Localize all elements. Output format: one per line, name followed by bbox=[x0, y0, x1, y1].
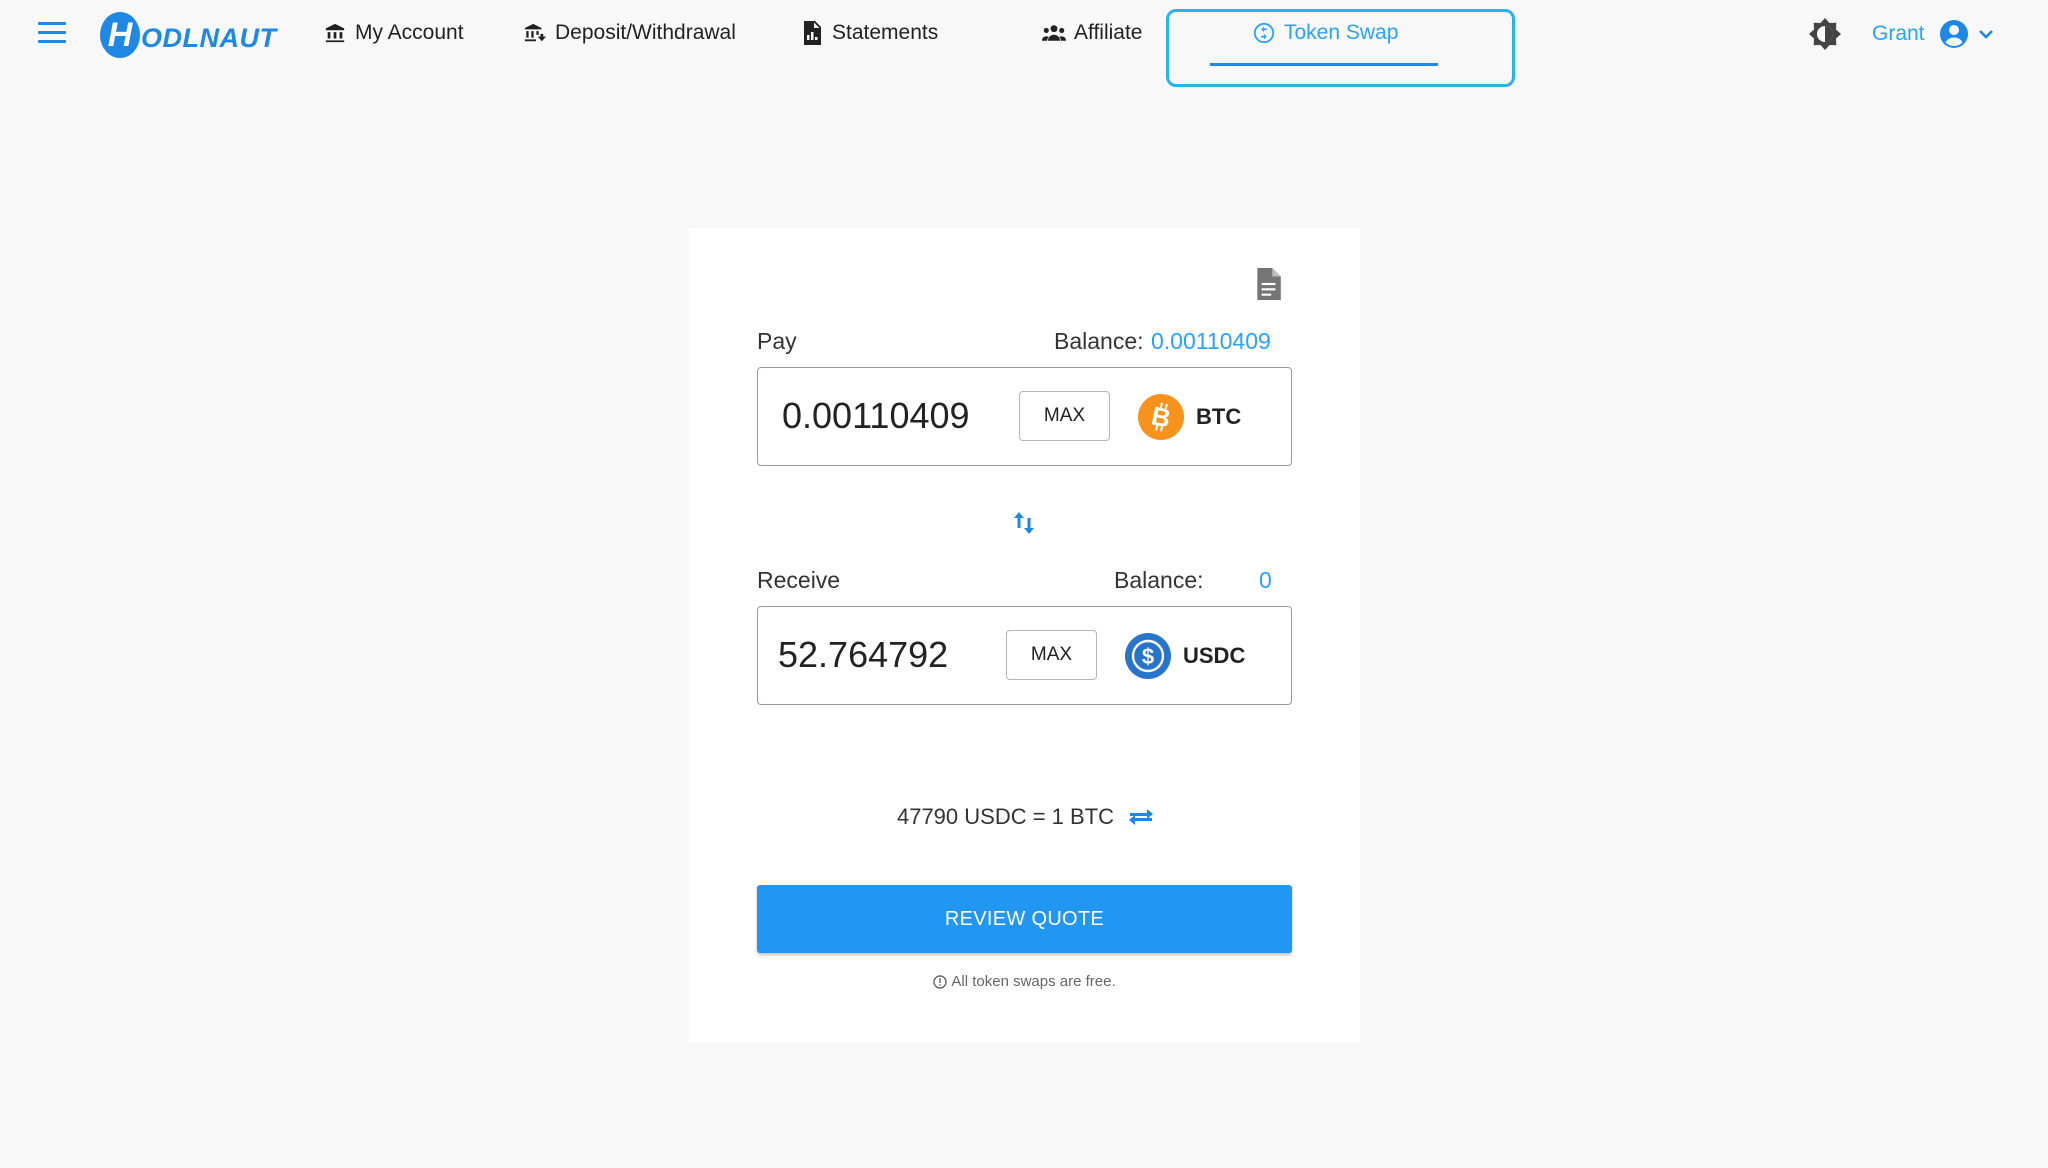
people-icon bbox=[1042, 21, 1066, 45]
swap-direction-icon[interactable] bbox=[1009, 508, 1039, 538]
nav-statements[interactable]: Statements bbox=[800, 18, 938, 48]
hodlnaut-logo[interactable]: H ODLNAUT bbox=[100, 10, 276, 60]
user-avatar-icon bbox=[1939, 19, 1969, 49]
nav-affiliate-label: Affiliate bbox=[1074, 21, 1143, 44]
token-swap-icon bbox=[1252, 21, 1276, 45]
nav-affiliate[interactable]: Affiliate bbox=[1042, 18, 1143, 48]
bitcoin-icon: B bbox=[1138, 394, 1184, 440]
pay-balance-label: Balance: bbox=[1054, 328, 1144, 354]
nav-my-account-label: My Account bbox=[355, 21, 464, 44]
svg-text:$: $ bbox=[1142, 644, 1154, 669]
usdc-icon: $ bbox=[1125, 633, 1171, 679]
logo-mark: H bbox=[100, 12, 140, 58]
exchange-rate-row: 47790 USDC = 1 BTC bbox=[689, 802, 1360, 832]
nav-my-account[interactable]: My Account bbox=[323, 18, 464, 48]
active-tab-underline bbox=[1210, 63, 1438, 66]
nav-token-swap-label: Token Swap bbox=[1284, 21, 1399, 44]
free-swap-note: All token swaps are free. bbox=[689, 973, 1360, 990]
user-menu[interactable]: Grant bbox=[1872, 17, 1995, 51]
brightness-toggle-icon[interactable] bbox=[1808, 17, 1842, 51]
pay-label: Pay bbox=[757, 328, 797, 354]
receive-amount-box: MAX $ USDC bbox=[757, 606, 1292, 705]
pay-amount-input[interactable] bbox=[782, 390, 992, 442]
exchange-rate-text: 47790 USDC = 1 BTC bbox=[896, 804, 1115, 829]
receive-amount-input[interactable] bbox=[778, 629, 988, 681]
pay-balance-value[interactable]: 0.00110409 bbox=[1151, 328, 1271, 355]
nav-token-swap[interactable]: Token Swap bbox=[1252, 18, 1398, 48]
receive-max-button[interactable]: MAX bbox=[1006, 630, 1097, 680]
statement-icon bbox=[800, 21, 824, 45]
receive-balance-label: Balance: bbox=[1114, 567, 1204, 593]
pay-token-selector[interactable]: B BTC bbox=[1138, 392, 1241, 442]
receive-balance-value[interactable]: 0 bbox=[1259, 567, 1272, 594]
pay-token-symbol: BTC bbox=[1196, 404, 1242, 429]
free-swap-note-text: All token swaps are free. bbox=[951, 973, 1116, 990]
user-name: Grant bbox=[1872, 22, 1925, 45]
receive-label: Receive bbox=[757, 567, 841, 593]
document-icon[interactable] bbox=[1255, 268, 1283, 300]
bank-icon bbox=[323, 21, 347, 45]
receive-token-symbol: USDC bbox=[1183, 643, 1246, 668]
pay-max-button[interactable]: MAX bbox=[1019, 391, 1110, 441]
top-navigation-bar: H ODLNAUT My Account Deposit/Withdrawal … bbox=[0, 0, 2048, 90]
nav-deposit-withdrawal-label: Deposit/Withdrawal bbox=[555, 21, 736, 44]
chevron-down-icon bbox=[1977, 25, 1995, 43]
logo-wordmark: ODLNAUT bbox=[141, 22, 277, 53]
review-quote-button[interactable]: REVIEW QUOTE bbox=[757, 885, 1292, 953]
hamburger-menu-icon[interactable] bbox=[38, 22, 66, 46]
deposit-icon bbox=[523, 21, 547, 45]
nav-deposit-withdrawal[interactable]: Deposit/Withdrawal bbox=[523, 18, 736, 48]
token-swap-card: Pay Balance: 0.00110409 MAX B BTC Receiv… bbox=[689, 228, 1360, 1043]
info-icon bbox=[933, 974, 948, 989]
invert-rate-icon[interactable] bbox=[1126, 802, 1156, 832]
receive-token-selector[interactable]: $ USDC bbox=[1125, 631, 1245, 681]
nav-statements-label: Statements bbox=[832, 21, 939, 44]
pay-amount-box: MAX B BTC bbox=[757, 367, 1292, 466]
